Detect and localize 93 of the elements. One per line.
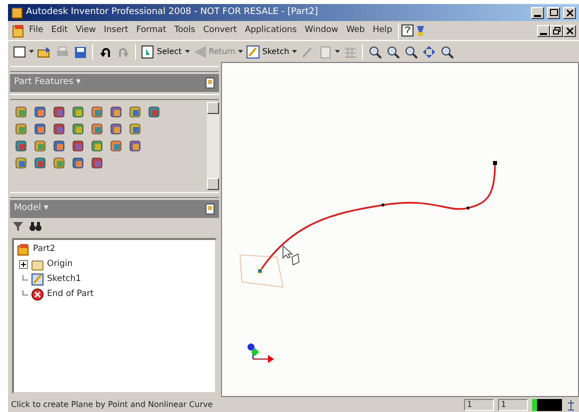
feature-tool-icon[interactable] — [33, 156, 47, 170]
feature-tool-icon[interactable] — [147, 105, 161, 119]
magnifier-icon[interactable] — [440, 44, 454, 58]
status-field: 1 — [498, 398, 528, 410]
pin-icon[interactable] — [205, 77, 215, 89]
minimize-icon — [534, 14, 541, 16]
feature-tool-icon[interactable] — [71, 139, 85, 153]
minimize-icon — [540, 32, 547, 34]
feature-tool-icon[interactable] — [128, 105, 142, 119]
feature-tool-icon[interactable] — [33, 105, 47, 119]
caret-icon[interactable] — [292, 49, 298, 54]
feature-tool-icon[interactable] — [14, 105, 28, 119]
menu-item[interactable]: Web — [342, 24, 369, 37]
feature-tool-icon[interactable] — [128, 139, 142, 153]
feature-tool-icon[interactable] — [90, 156, 104, 170]
menu-item[interactable]: File — [25, 24, 48, 37]
sketch-button[interactable]: Sketch — [245, 43, 290, 60]
menu-item[interactable]: View — [72, 24, 100, 37]
new-document-icon[interactable] — [12, 44, 26, 58]
app-icon — [11, 6, 23, 18]
stop-icon — [31, 288, 44, 301]
close-icon — [564, 26, 574, 36]
folder-icon — [31, 258, 44, 271]
left-arrow-icon — [192, 44, 207, 58]
axis-triad-drawing — [248, 344, 274, 363]
sketch-icon — [31, 273, 44, 286]
window-title: Autodesk Inventor Professional 2008 - NOT FOR RESALE - [Part2] — [26, 6, 319, 19]
caret-icon[interactable] — [29, 49, 34, 54]
feature-tool-icon[interactable] — [33, 139, 47, 153]
feature-tool-icon[interactable] — [71, 122, 85, 136]
maximize-icon — [548, 8, 558, 18]
menu-item[interactable]: Edit — [47, 24, 72, 37]
feature-tool-icon[interactable] — [14, 122, 28, 136]
tree-item[interactable]: Origin — [47, 258, 73, 271]
expand-icon[interactable] — [19, 260, 28, 269]
feature-tool-icon[interactable] — [90, 139, 104, 153]
feature-tool-icon[interactable] — [71, 156, 85, 170]
restore-button[interactable] — [550, 24, 563, 36]
select-button[interactable]: Select — [140, 43, 183, 60]
close-icon — [564, 8, 574, 18]
menu-item[interactable]: Help — [368, 24, 396, 37]
filter-icon[interactable] — [12, 220, 24, 232]
menu-item[interactable]: Applications — [240, 24, 301, 37]
help-icon[interactable] — [401, 24, 414, 37]
menu-item[interactable]: Format — [132, 24, 170, 37]
minimize-button[interactable] — [531, 6, 544, 18]
magnifier-icon[interactable] — [386, 44, 400, 58]
feature-tool-icon[interactable] — [52, 156, 66, 170]
part-icon — [17, 243, 30, 256]
move-arrows-icon[interactable] — [422, 44, 436, 58]
feature-tool-icon[interactable] — [90, 105, 104, 119]
feature-tool-icon[interactable] — [52, 105, 66, 119]
selected-point[interactable] — [258, 268, 262, 274]
feature-tool-icon[interactable] — [14, 139, 28, 153]
status-message: Click to create Plane by Point and Nonlinear Curve — [11, 398, 214, 410]
maximize-button[interactable] — [547, 6, 560, 18]
magnifier-icon[interactable] — [368, 44, 382, 58]
tree-item[interactable]: End of Part — [47, 288, 94, 301]
magnifier-icon[interactable] — [404, 44, 418, 58]
menu-item[interactable]: Insert — [100, 24, 132, 37]
caret-icon[interactable] — [184, 49, 190, 54]
binoculars-icon[interactable] — [28, 220, 42, 232]
open-folder-icon[interactable] — [37, 44, 51, 58]
feature-tool-icon[interactable] — [109, 139, 123, 153]
feature-tool-icon[interactable] — [33, 122, 47, 136]
tree-item[interactable]: Sketch1 — [47, 273, 82, 286]
feature-tool-icon[interactable] — [52, 122, 66, 136]
menu-item[interactable]: Window — [300, 24, 342, 37]
feature-tool-icon[interactable] — [71, 105, 85, 119]
feature-tool-icon[interactable] — [109, 105, 123, 119]
close-button[interactable] — [563, 6, 576, 18]
pin-icon[interactable] — [205, 203, 215, 215]
pencil-icon — [246, 44, 260, 58]
feature-tool-icon[interactable] — [14, 156, 28, 170]
memory-meter-icon — [532, 398, 562, 410]
feature-tool-icon[interactable] — [52, 139, 66, 153]
spline-curve[interactable] — [259, 161, 497, 272]
status-field: 1 — [464, 398, 494, 410]
feature-tool-icon[interactable] — [128, 122, 142, 136]
minimize-button[interactable] — [537, 24, 550, 36]
cursor-icon — [282, 245, 300, 266]
menu-item[interactable]: Convert — [199, 24, 241, 37]
restore-icon — [552, 26, 562, 36]
feature-tool-icon[interactable] — [109, 122, 123, 136]
menu-item[interactable]: Tools — [170, 24, 200, 37]
feature-tool-icon[interactable] — [90, 122, 104, 136]
close-button[interactable] — [563, 24, 576, 36]
caret-icon[interactable] — [238, 49, 244, 54]
work-plane-preview — [239, 254, 284, 288]
scrollbar[interactable] — [207, 102, 219, 190]
document-icon — [11, 24, 25, 38]
tree-item[interactable]: Part2 — [33, 243, 56, 256]
caret-icon[interactable] — [335, 49, 340, 54]
